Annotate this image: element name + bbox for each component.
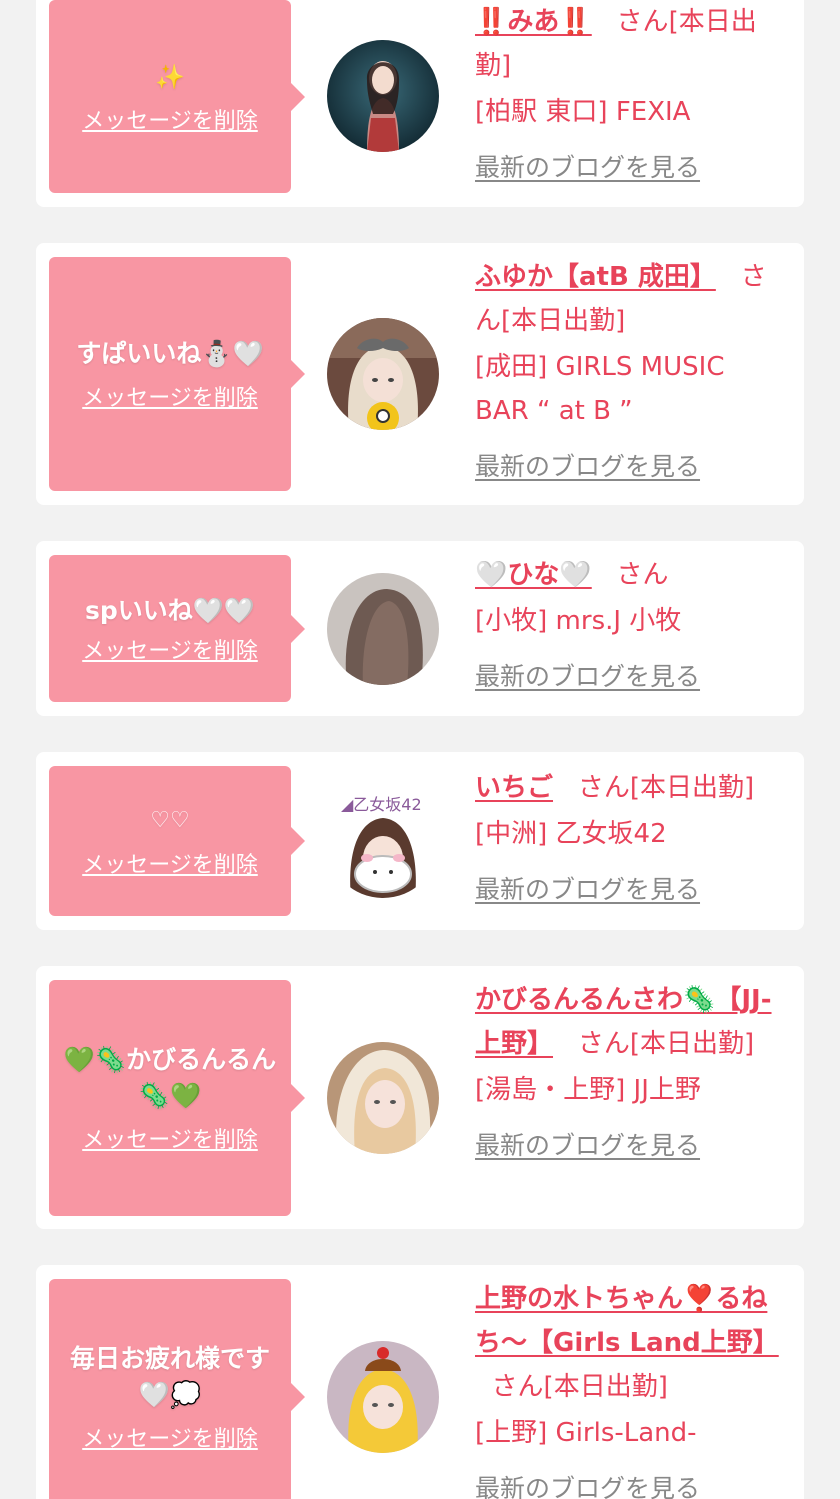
avatar[interactable] xyxy=(327,318,439,430)
delete-message-link[interactable]: メッセージを削除 xyxy=(82,380,258,412)
honorific: さん xyxy=(616,7,669,37)
avatar[interactable] xyxy=(327,1042,439,1154)
message-bubble: すぱいいね⛄🤍 メッセージを削除 xyxy=(49,257,305,491)
avatar[interactable] xyxy=(327,40,439,152)
girl-card: spいいね🤍🤍 メッセージを削除 🤍ひな🤍 さん [小牧] mrs.J 小牧 最… xyxy=(36,541,804,716)
honorific: さん xyxy=(491,1372,544,1402)
message-bubble: ♡♡ メッセージを削除 xyxy=(49,766,305,916)
girl-info: 🤍ひな🤍 さん [小牧] mrs.J 小牧 最新のブログを見る xyxy=(475,553,784,699)
girl-info: ふゆか【atB 成田】 さん[本日出勤] [成田] GIRLS MUSIC BA… xyxy=(475,255,784,489)
girl-name-link[interactable]: ‼️みあ‼️ xyxy=(475,7,592,37)
delete-message-link[interactable]: メッセージを削除 xyxy=(82,103,258,135)
shop-text: [中洲] 乙女坂42 xyxy=(475,819,667,849)
honorific: さん xyxy=(616,560,669,590)
latest-blog-link[interactable]: 最新のブログを見る xyxy=(475,1467,700,1499)
message-text: ✨ xyxy=(155,62,185,91)
status-text: [本日出勤] xyxy=(501,306,626,336)
shop-text: [成田] GIRLS MUSIC BAR “ at B ” xyxy=(475,352,725,426)
message-bubble: 毎日お疲れ様です🤍💭 メッセージを削除 xyxy=(49,1279,305,1499)
message-text: 💚🦠かびるんるん🦠💚 xyxy=(63,1045,277,1110)
girl-info: ‼️みあ‼️ さん[本日出勤] [柏駅 東口] FEXIA 最新のブログを見る xyxy=(475,0,784,190)
avatar[interactable] xyxy=(327,1341,439,1453)
honorific: さん xyxy=(577,773,630,803)
status-text: [本日出勤] xyxy=(629,773,755,803)
status-text: [本日出勤] xyxy=(543,1372,668,1402)
girl-card: 毎日お疲れ様です🤍💭 メッセージを削除 上野の水トちゃん❣️るねち〜【Girls… xyxy=(36,1265,804,1499)
message-text: ♡♡ xyxy=(150,808,190,833)
delete-message-link[interactable]: メッセージを削除 xyxy=(82,1421,258,1453)
latest-blog-link[interactable]: 最新のブログを見る xyxy=(475,655,700,699)
message-bubble: spいいね🤍🤍 メッセージを削除 xyxy=(49,555,305,702)
delete-message-link[interactable]: メッセージを削除 xyxy=(82,1122,258,1154)
girl-card: ✨ メッセージを削除 ‼️みあ‼️ さん[本日出勤] [柏駅 東口] FEXIA… xyxy=(36,0,804,207)
message-text: すぱいいね⛄🤍 xyxy=(76,339,264,368)
shop-text: [湯島・上野] JJ上野 xyxy=(475,1075,701,1105)
shop-text: [上野] Girls-Land- xyxy=(475,1418,697,1448)
girl-info: かびるんるんさわ🦠【JJ-上野】 さん[本日出勤] [湯島・上野] JJ上野 最… xyxy=(475,978,784,1168)
latest-blog-link[interactable]: 最新のブログを見る xyxy=(475,868,700,912)
latest-blog-link[interactable]: 最新のブログを見る xyxy=(475,1124,700,1168)
girl-card: ♡♡ メッセージを削除 ◢乙女坂42 いちご さん[本日出勤] [中洲] 乙女坂… xyxy=(36,752,804,930)
girl-name-link[interactable]: いちご xyxy=(475,773,553,803)
svg-text:◢乙女坂42: ◢乙女坂42 xyxy=(341,795,422,814)
delete-message-link[interactable]: メッセージを削除 xyxy=(82,847,258,879)
honorific: さん xyxy=(577,1029,630,1059)
girl-name-link[interactable]: ふゆか【atB 成田】 xyxy=(475,262,716,292)
message-text: 毎日お疲れ様です🤍💭 xyxy=(69,1344,270,1409)
latest-blog-link[interactable]: 最新のブログを見る xyxy=(475,445,700,489)
message-text: spいいね🤍🤍 xyxy=(84,595,256,625)
message-bubble: 💚🦠かびるんるん🦠💚 メッセージを削除 xyxy=(49,980,305,1216)
girl-name-link[interactable]: 上野の水トちゃん❣️るねち〜【Girls Land上野】 xyxy=(475,1284,779,1358)
status-text: [本日出勤] xyxy=(629,1029,755,1059)
avatar[interactable]: ◢乙女坂42 xyxy=(327,786,439,898)
girl-info: いちご さん[本日出勤] [中洲] 乙女坂42 最新のブログを見る xyxy=(475,766,784,912)
girl-name-link[interactable]: 🤍ひな🤍 xyxy=(475,560,592,590)
shop-text: [柏駅 東口] FEXIA xyxy=(475,97,691,127)
message-bubble: ✨ メッセージを削除 xyxy=(49,0,305,193)
girl-card: すぱいいね⛄🤍 メッセージを削除 ふゆか【atB 成田】 さん[本日出勤] [成… xyxy=(36,243,804,505)
girl-info: 上野の水トちゃん❣️るねち〜【Girls Land上野】 さん[本日出勤] [上… xyxy=(475,1277,784,1499)
girl-card: 💚🦠かびるんるん🦠💚 メッセージを削除 かびるんるんさわ🦠【JJ-上野】 さん[… xyxy=(36,966,804,1229)
shop-text: [小牧] mrs.J 小牧 xyxy=(475,606,682,636)
delete-message-link[interactable]: メッセージを削除 xyxy=(82,633,258,665)
latest-blog-link[interactable]: 最新のブログを見る xyxy=(475,146,700,190)
avatar[interactable] xyxy=(327,573,439,685)
